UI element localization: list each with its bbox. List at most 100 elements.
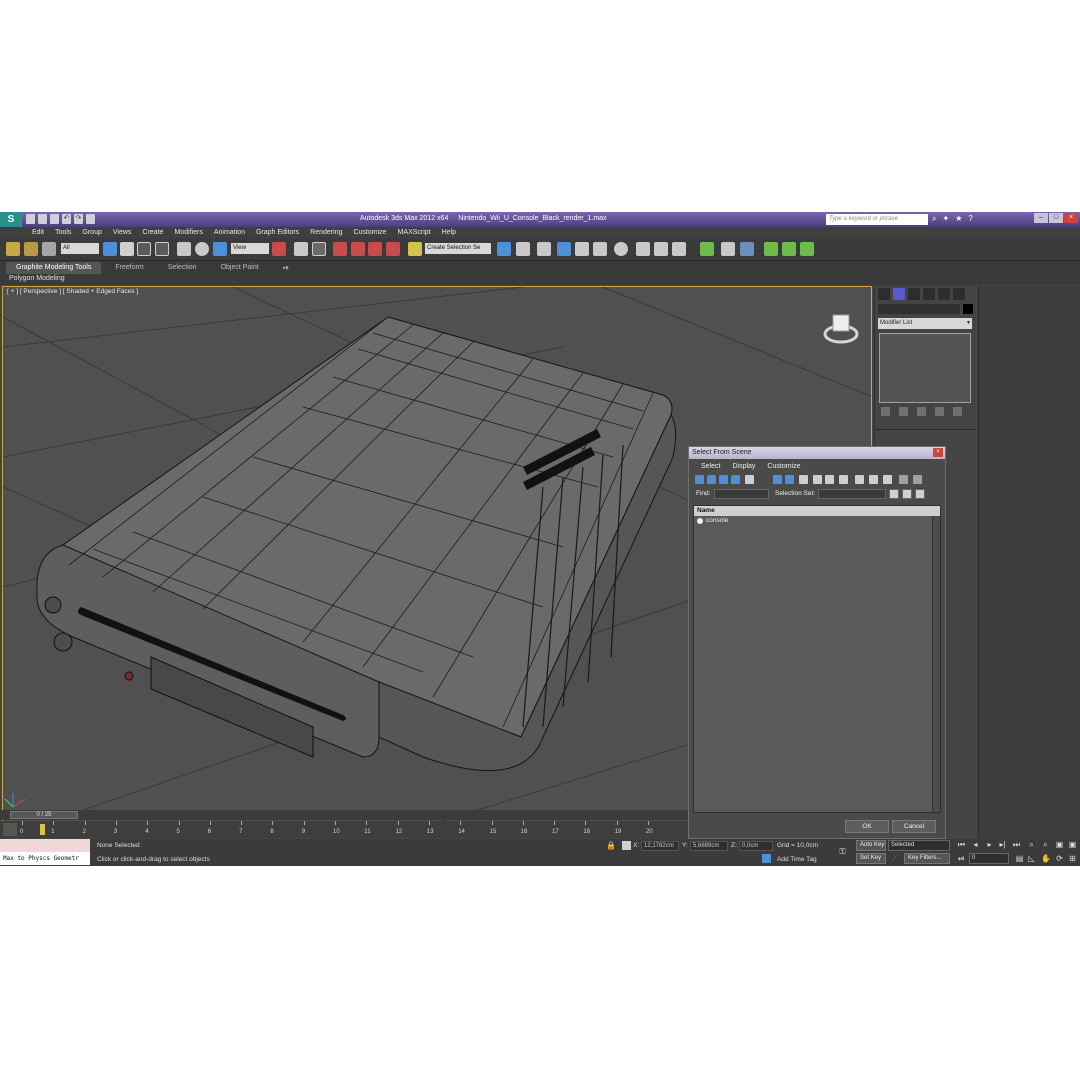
filter-options-icon[interactable] — [913, 475, 922, 484]
close-icon[interactable]: × — [1064, 213, 1078, 223]
search-input[interactable]: Type a keyword or phrase — [826, 214, 928, 225]
set-key-button[interactable]: Set Key — [856, 853, 886, 864]
dialog-title-bar[interactable]: Select From Scene × — [689, 447, 945, 459]
mini-curve-editor-icon[interactable] — [3, 823, 17, 836]
dialog-menu-select[interactable]: Select — [701, 463, 720, 470]
selection-set-add-icon[interactable] — [889, 489, 899, 499]
tab-graphite-modeling-tools[interactable]: Graphite Modeling Tools — [6, 262, 102, 274]
track-bar[interactable]: 0 1 2 3 4 5 6 7 8 9 10 11 12 13 14 15 16 17 18 19 20 — [0, 821, 688, 838]
render-setup-icon[interactable] — [636, 242, 650, 256]
menu-tools[interactable]: Tools — [55, 227, 71, 238]
y-coordinate-field[interactable]: 5,6889cm — [690, 841, 728, 851]
schematic-view-icon[interactable] — [593, 242, 607, 256]
angle-snap-icon[interactable] — [351, 242, 365, 256]
filter-geometry-icon[interactable] — [695, 475, 704, 484]
scene-object-list[interactable]: Name console — [693, 505, 941, 813]
select-none-icon[interactable] — [839, 475, 848, 484]
select-object-icon[interactable] — [103, 242, 117, 256]
named-selection-dropdown[interactable]: Create Selection Se — [425, 243, 491, 254]
key-icon[interactable]: ⟋ — [890, 854, 899, 863]
project-folder-icon[interactable] — [86, 214, 95, 224]
display-influences-icon[interactable] — [883, 475, 892, 484]
lock-selection-icon[interactable]: 🔒 — [606, 841, 616, 850]
list-scrollbar[interactable] — [932, 516, 940, 812]
display-children-icon[interactable] — [869, 475, 878, 484]
maximize-icon[interactable]: □ — [1049, 213, 1063, 223]
utilities-tab-icon[interactable] — [953, 288, 965, 300]
minimize-icon[interactable]: – — [1034, 213, 1048, 223]
filter-spacewarps-icon[interactable] — [773, 475, 782, 484]
modify-tab-icon[interactable] — [893, 288, 905, 300]
time-configuration-icon[interactable]: ▤ — [1015, 854, 1024, 863]
extra-tool-4-icon[interactable] — [764, 242, 778, 256]
close-icon[interactable]: × — [933, 448, 943, 457]
time-slider-thumb[interactable]: 0 / 25 — [10, 811, 78, 819]
snaps-toggle-icon[interactable] — [333, 242, 347, 256]
unlink-icon[interactable] — [24, 242, 38, 256]
zoom-extents-all-icon[interactable]: ▣ — [1068, 840, 1077, 849]
absolute-mode-icon[interactable] — [622, 841, 631, 850]
rendered-frame-window-icon[interactable] — [654, 242, 668, 256]
filter-shapes-icon[interactable] — [707, 475, 716, 484]
filter-helpers-icon[interactable] — [745, 475, 754, 484]
reference-coordinate-dropdown[interactable]: View — [231, 243, 269, 254]
link-icon[interactable] — [6, 242, 20, 256]
extra-tool-6-icon[interactable] — [800, 242, 814, 256]
app-logo-icon[interactable]: S — [0, 212, 22, 227]
tab-freeform[interactable]: Freeform — [105, 262, 153, 274]
menu-graph-editors[interactable]: Graph Editors — [256, 227, 299, 238]
menu-customize[interactable]: Customize — [353, 227, 386, 238]
redo-icon[interactable]: ↷ — [74, 214, 83, 224]
extra-tool-5-icon[interactable] — [782, 242, 796, 256]
hierarchy-tab-icon[interactable] — [908, 288, 920, 300]
previous-frame-icon[interactable]: ◂ — [971, 840, 980, 849]
tab-selection[interactable]: Selection — [158, 262, 207, 274]
select-all-icon[interactable] — [825, 475, 834, 484]
next-frame-icon[interactable]: ▸| — [998, 840, 1007, 849]
open-file-icon[interactable] — [38, 214, 47, 224]
pin-stack-icon[interactable] — [881, 407, 890, 416]
dialog-menu-customize[interactable]: Customize — [767, 463, 800, 470]
motion-tab-icon[interactable] — [923, 288, 935, 300]
render-production-icon[interactable] — [672, 242, 686, 256]
selection-set-edit-icon[interactable] — [915, 489, 925, 499]
menu-group[interactable]: Group — [82, 227, 101, 238]
modifier-list-dropdown[interactable]: Modifier List — [878, 318, 972, 329]
edit-named-selection-icon[interactable] — [408, 242, 422, 256]
spinner-snap-icon[interactable] — [386, 242, 400, 256]
time-slider[interactable]: 0 / 25 — [0, 810, 688, 820]
menu-views[interactable]: Views — [113, 227, 132, 238]
extra-tool-3-icon[interactable] — [740, 242, 754, 256]
set-key-mode-icon[interactable]: ⚿ — [838, 847, 847, 856]
filter-xrefs-icon[interactable] — [799, 475, 808, 484]
x-coordinate-field[interactable]: 12,1782cm — [641, 841, 679, 851]
key-mode-dropdown[interactable]: Selected — [888, 840, 950, 851]
filter-lights-icon[interactable] — [719, 475, 728, 484]
time-tag-icon[interactable] — [762, 854, 771, 863]
binoculars-icon[interactable]: ⌕ — [932, 214, 936, 224]
zoom-all-icon[interactable]: ⌕ — [1041, 840, 1050, 849]
z-coordinate-field[interactable]: 0,0cm — [739, 841, 773, 851]
pivot-center-icon[interactable] — [272, 242, 286, 256]
material-editor-icon[interactable] — [614, 242, 628, 256]
show-end-result-icon[interactable] — [899, 407, 908, 416]
maximize-viewport-icon[interactable]: ⊞ — [1068, 854, 1077, 863]
viewport-label[interactable]: [ + ] [ Perspective ] [ Shaded + Edged F… — [7, 288, 138, 295]
orbit-icon[interactable]: ⟳ — [1055, 854, 1064, 863]
extra-tool-2-icon[interactable] — [721, 242, 735, 256]
selection-set-remove-icon[interactable] — [902, 489, 912, 499]
selection-filter-dropdown[interactable]: All — [61, 243, 99, 254]
move-icon[interactable] — [177, 242, 191, 256]
percent-snap-icon[interactable] — [368, 242, 382, 256]
menu-modifiers[interactable]: Modifiers — [174, 227, 202, 238]
window-crossing-icon[interactable] — [155, 242, 169, 256]
align-icon[interactable] — [516, 242, 530, 256]
zoom-extents-icon[interactable]: ▣ — [1055, 840, 1064, 849]
find-input[interactable] — [714, 489, 769, 499]
menu-edit[interactable]: Edit — [32, 227, 44, 238]
create-tab-icon[interactable] — [878, 288, 890, 300]
layer-manager-icon[interactable] — [537, 242, 551, 256]
curve-editor-icon[interactable] — [575, 242, 589, 256]
filter-bones-icon[interactable] — [813, 475, 822, 484]
filter-cameras-icon[interactable] — [731, 475, 740, 484]
